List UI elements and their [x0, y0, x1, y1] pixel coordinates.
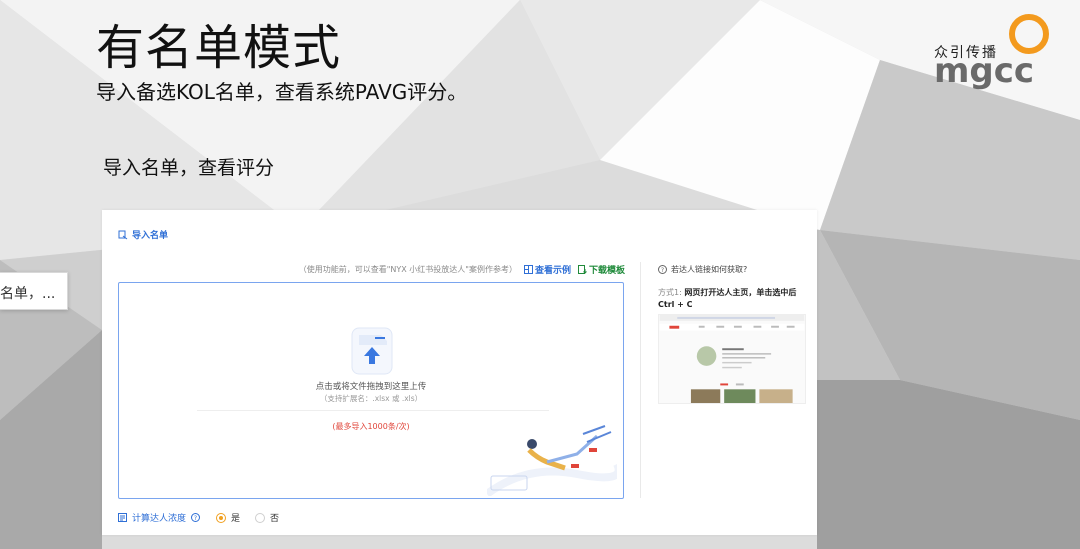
link-help-question: ? 若达人链接如何获取? [658, 264, 747, 275]
question-icon: ? [658, 265, 667, 274]
truncated-tooltip: 名单，... [0, 272, 68, 310]
list-icon [118, 513, 127, 522]
vertical-divider [640, 262, 641, 498]
question-text: 若达人链接如何获取? [671, 265, 748, 274]
download-template-link[interactable]: 下载模板 [577, 263, 625, 276]
import-icon [118, 230, 128, 239]
logo-wordmark: mgcc [934, 51, 1034, 91]
view-example-label: 查看示例 [534, 266, 571, 276]
slide-subtitle: 导入备选KOL名单，查看系统PAVG评分。 [96, 80, 468, 104]
upload-icon [351, 327, 393, 375]
section-label: 导入名单，查看评分 [103, 157, 275, 179]
density-row: 计算达人浓度 ? 是 否 [118, 511, 289, 524]
person-laptop-illustration [487, 425, 617, 496]
method-prefix: 方式1: [658, 288, 682, 297]
density-no-label: 否 [270, 514, 280, 524]
method-one: 方式1: 网页打开达人主页，单击选中后Ctrl + C [658, 287, 808, 311]
example-icon [523, 265, 533, 274]
svg-text:?: ? [661, 267, 664, 274]
dropzone-divider [197, 410, 549, 411]
density-yes-label: 是 [231, 514, 241, 524]
density-radio-no[interactable] [255, 512, 266, 523]
download-template-label: 下载模板 [588, 266, 625, 276]
help-icon[interactable]: ? [191, 513, 201, 522]
logo-mark: mgcc [934, 14, 1049, 91]
hint-row: （使用功能前，可以查看"NYX 小红书投放达人"案例作参考） 查看示例 下载模板 [299, 263, 625, 276]
file-dropzone[interactable]: 点击或将文件拖拽到这里上传 （支持扩展名：.xlsx 或 .xls） (最多导入… [118, 282, 624, 499]
svg-text:?: ? [194, 515, 197, 522]
dropzone-text: 点击或将文件拖拽到这里上传 [315, 382, 427, 392]
mgcc-logo: 众引传播 mgcc [934, 12, 1060, 92]
density-label: 计算达人浓度 [132, 514, 187, 524]
view-example-link[interactable]: 查看示例 [523, 263, 571, 276]
import-panel: 导入名单 （使用功能前，可以查看"NYX 小红书投放达人"案例作参考） 查看示例… [102, 210, 817, 535]
hint-text: （使用功能前，可以查看"NYX 小红书投放达人"案例作参考） [298, 265, 517, 274]
dropzone-subtext: （支持扩展名：.xlsx 或 .xls） [319, 394, 423, 403]
slide-title: 有名单模式 [96, 20, 342, 76]
panel-header: 导入名单 [118, 228, 168, 241]
density-radio-yes[interactable] [216, 512, 227, 523]
panel-header-label: 导入名单 [132, 231, 169, 241]
download-icon [577, 265, 587, 274]
profile-page-preview [658, 314, 806, 404]
